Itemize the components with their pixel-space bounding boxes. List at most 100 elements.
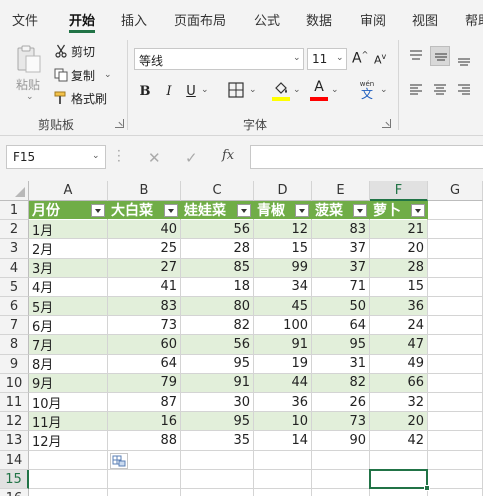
tab-7[interactable]: 视图 [412, 10, 438, 29]
table-cell[interactable]: 71 [312, 277, 370, 297]
table-cell[interactable]: 25 [108, 239, 181, 259]
table-cell[interactable]: 95 [312, 335, 370, 355]
font-name-select[interactable]: 等线 [134, 48, 304, 70]
empty-cell[interactable] [428, 412, 483, 432]
align-middle-button[interactable] [430, 46, 450, 66]
row-header-12[interactable]: 12 [0, 412, 29, 432]
empty-cell[interactable] [29, 489, 108, 496]
table-cell[interactable]: 56 [181, 220, 254, 240]
cancel-formula-button[interactable]: ✕ [148, 149, 161, 167]
tab-2[interactable]: 插入 [121, 10, 147, 29]
underline-dropdown-arrow[interactable]: ⌄ [201, 85, 209, 95]
paste-icon[interactable] [14, 44, 44, 74]
empty-cell[interactable] [181, 450, 254, 470]
empty-cell[interactable] [108, 469, 181, 489]
empty-cell[interactable] [312, 489, 370, 496]
table-cell[interactable]: 12月 [29, 431, 108, 451]
filter-dropdown-icon[interactable] [237, 204, 251, 217]
table-cell[interactable]: 3月 [29, 258, 108, 278]
table-cell[interactable]: 60 [108, 335, 181, 355]
column-header-B[interactable]: B [108, 181, 181, 201]
tab-4[interactable]: 公式 [254, 10, 280, 29]
table-cell[interactable]: 28 [181, 239, 254, 259]
table-cell[interactable]: 49 [370, 354, 428, 374]
tab-6[interactable]: 审阅 [360, 10, 386, 29]
table-cell[interactable]: 32 [370, 393, 428, 413]
empty-cell[interactable] [181, 469, 254, 489]
table-cell[interactable]: 30 [181, 393, 254, 413]
table-cell[interactable]: 90 [312, 431, 370, 451]
empty-cell[interactable] [254, 489, 312, 496]
table-cell[interactable]: 80 [181, 297, 254, 317]
filter-dropdown-icon[interactable] [353, 204, 367, 217]
table-cell[interactable]: 24 [370, 316, 428, 336]
table-cell[interactable]: 56 [181, 335, 254, 355]
table-cell[interactable]: 35 [181, 431, 254, 451]
align-left-button[interactable] [406, 80, 426, 100]
table-cell[interactable]: 10 [254, 412, 312, 432]
tab-5[interactable]: 数据 [306, 10, 332, 29]
empty-cell[interactable] [181, 489, 254, 496]
name-box[interactable]: F15 [6, 145, 106, 169]
fill-handle[interactable] [424, 485, 430, 491]
table-cell[interactable]: 20 [370, 412, 428, 432]
table-cell[interactable]: 11月 [29, 412, 108, 432]
align-bottom-button[interactable] [454, 50, 474, 70]
table-cell[interactable]: 41 [108, 277, 181, 297]
table-header-cell[interactable]: 菠菜 [312, 201, 370, 221]
align-right-button[interactable] [454, 80, 474, 100]
table-cell[interactable]: 95 [181, 412, 254, 432]
empty-cell[interactable] [312, 450, 370, 470]
filter-dropdown-icon[interactable] [295, 204, 309, 217]
table-cell[interactable]: 16 [108, 412, 181, 432]
empty-cell[interactable] [29, 469, 108, 489]
empty-cell[interactable] [428, 201, 483, 221]
increase-font-size-button[interactable]: A^ [352, 50, 368, 67]
empty-cell[interactable] [428, 469, 483, 489]
table-cell[interactable]: 91 [254, 335, 312, 355]
quick-analysis-button[interactable] [110, 452, 128, 469]
align-top-button[interactable] [406, 46, 426, 66]
table-cell[interactable]: 88 [108, 431, 181, 451]
table-header-cell[interactable]: 月份 [29, 201, 108, 221]
format-painter-button[interactable]: 格式刷 [54, 89, 107, 107]
table-cell[interactable]: 5月 [29, 297, 108, 317]
table-cell[interactable]: 44 [254, 373, 312, 393]
select-all-button[interactable] [0, 181, 29, 201]
borders-dropdown-arrow[interactable]: ⌄ [249, 85, 257, 95]
empty-cell[interactable] [370, 450, 428, 470]
borders-button[interactable] [228, 82, 244, 98]
row-header-8[interactable]: 8 [0, 335, 29, 355]
empty-cell[interactable] [428, 431, 483, 451]
row-header-7[interactable]: 7 [0, 316, 29, 336]
copy-dropdown-arrow[interactable]: ⌄ [104, 70, 112, 80]
table-cell[interactable]: 27 [108, 258, 181, 278]
table-cell[interactable]: 12 [254, 220, 312, 240]
empty-cell[interactable] [254, 469, 312, 489]
tab-3[interactable]: 页面布局 [174, 10, 226, 29]
table-cell[interactable]: 95 [181, 354, 254, 374]
table-cell[interactable]: 79 [108, 373, 181, 393]
underline-button[interactable]: U [182, 82, 200, 100]
enter-formula-button[interactable]: ✓ [185, 149, 198, 167]
paste-button-label[interactable]: 粘贴 [16, 76, 40, 93]
table-cell[interactable]: 83 [312, 220, 370, 240]
table-cell[interactable]: 37 [312, 239, 370, 259]
table-cell[interactable]: 40 [108, 220, 181, 240]
active-cell-selection[interactable] [369, 468, 428, 489]
phonetic-button[interactable]: wén 文 [356, 80, 378, 100]
name-box-dropdown-arrow[interactable]: ⌄ [92, 151, 100, 161]
cut-button[interactable]: 剪切 [54, 42, 95, 60]
table-cell[interactable]: 37 [312, 258, 370, 278]
table-cell[interactable]: 4月 [29, 277, 108, 297]
table-cell[interactable]: 1月 [29, 220, 108, 240]
empty-cell[interactable] [428, 373, 483, 393]
clipboard-dialog-launcher[interactable] [115, 119, 124, 128]
table-header-cell[interactable]: 萝卜 [370, 201, 428, 221]
table-cell[interactable]: 100 [254, 316, 312, 336]
empty-cell[interactable] [428, 277, 483, 297]
table-cell[interactable]: 99 [254, 258, 312, 278]
tab-0[interactable]: 文件 [12, 10, 38, 29]
empty-cell[interactable] [428, 239, 483, 259]
table-cell[interactable]: 14 [254, 431, 312, 451]
